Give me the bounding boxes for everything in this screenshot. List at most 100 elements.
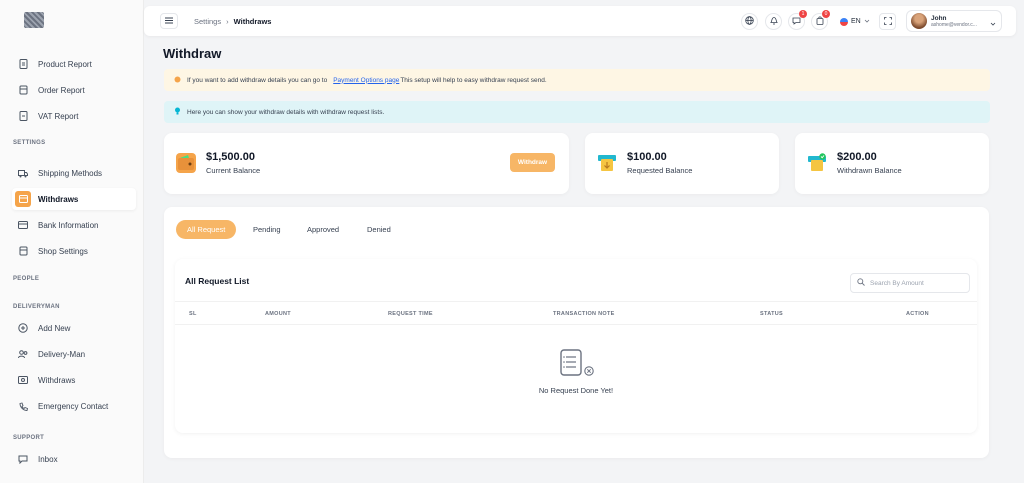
column-header-action: ACTION [906,311,929,317]
withdraw-button[interactable]: Withdraw [510,153,555,172]
sidebar-item-label: Inbox [38,454,58,464]
requested-balance-label: Requested Balance [627,166,693,175]
sidebar-item-label: Product Report [38,59,92,69]
section-support-heading: SUPPORT [13,435,45,441]
alert-text-after: This setup will help to easy withdraw re… [400,76,547,84]
table-header: SL AMOUNT REQUEST TIME TRANSACTION NOTE … [175,301,977,325]
current-balance-card: $1,500.00 Current Balance Withdraw [164,133,569,194]
box-icon [18,85,28,95]
website-button[interactable] [741,13,758,30]
sidebar-item-label: Delivery-Man [38,349,86,359]
sidebar-item-withdraws[interactable]: Withdraws [12,188,136,210]
column-header-request-time: REQUEST TIME [388,311,433,317]
sidebar-item-label: Order Report [38,85,85,95]
breadcrumb-current: Withdraws [233,17,272,26]
sidebar-item-inbox[interactable]: Inbox [12,448,136,470]
current-balance-amount: $1,500.00 [206,151,255,163]
tab-approved[interactable]: Approved [296,220,350,239]
money-icon [18,375,28,385]
sidebar-item-shop-settings[interactable]: Shop Settings [12,240,136,262]
sidebar-item-shipping-methods[interactable]: Shipping Methods [12,162,136,184]
message-icon [792,17,801,27]
section-deliveryman-heading: DELIVERYMAN [13,304,60,310]
user-info: John ashome@vendor.c... [931,15,977,28]
current-balance-label: Current Balance [206,166,261,175]
doc-icon [18,59,28,69]
language-label: EN [851,18,861,25]
sidebar-item-label: Emergency Contact [38,401,109,411]
language-selector[interactable]: EN [834,13,876,30]
flag-icon [840,17,848,26]
chevron-down-icon [990,19,996,28]
avatar [911,13,927,29]
empty-list-message: No Request Done Yet! [538,386,614,395]
wallet-icon [15,191,31,207]
sidebar-item-label: Withdraws [38,375,76,385]
search-input[interactable]: Search By Amount [870,280,924,287]
sidebar-item-label: Add New [38,323,71,333]
sidebar: Product Report Order Report VAT Report S… [0,0,144,483]
search-icon [857,278,865,288]
column-header-amount: AMOUNT [265,311,291,317]
column-header-transaction-note: TRANSACTION NOTE [553,311,615,317]
request-list-card: All Request List Search By Amount SL AMO… [175,259,977,433]
withdraw-requests-panel: All Request Pending Approved Denied All … [164,207,989,458]
column-header-sl: SL [189,311,197,317]
requested-balance-amount: $100.00 [627,151,667,163]
tab-all-request[interactable]: All Request [176,220,237,239]
withdrawn-balance-amount: $200.00 [837,151,877,163]
sidebar-item-label: VAT Report [38,111,79,121]
withdrawn-balance-card: $200.00 Withdrawn Balance [795,133,989,194]
chat-icon [18,454,28,464]
menu-toggle-button[interactable] [160,13,178,29]
column-header-status: STATUS [760,311,783,317]
sidebar-item-order-report[interactable]: Order Report [12,79,136,101]
sidebar-item-label: Shipping Methods [38,168,103,178]
bag-icon [816,16,824,27]
hamburger-icon [165,17,173,26]
user-name: John [931,14,947,22]
payment-options-link[interactable]: Payment Options page [333,77,399,84]
section-people-heading: PEOPLE [13,276,40,282]
fullscreen-button[interactable] [879,13,896,30]
user-menu[interactable]: John ashome@vendor.c... [906,10,1002,32]
sidebar-item-delivery-man[interactable]: Delivery-Man [12,343,136,365]
warning-icon [174,76,181,85]
top-header: Settings › Withdraws 1 0 EN John ashome@… [144,6,1016,36]
logo[interactable] [24,12,44,28]
empty-list-icon [560,349,596,381]
messages-badge: 1 [799,10,807,18]
shop-icon [18,246,28,256]
search-box[interactable]: Search By Amount [850,273,970,293]
sidebar-item-label: Withdraws [38,194,79,204]
sidebar-item-label: Shop Settings [38,246,88,256]
cart-button[interactable]: 0 [811,10,830,30]
plus-circle-icon [18,323,28,333]
truck-icon [18,168,28,178]
doc-icon [18,111,28,121]
chevron-down-icon [864,18,870,25]
request-list-title: All Request List [185,276,250,286]
user-email: ashome@vendor.c... [931,21,977,28]
notifications-button[interactable] [765,13,782,30]
card-icon [18,220,28,230]
sidebar-item-delivery-withdraws[interactable]: Withdraws [12,369,136,391]
alert-text-before: If you want to add withdraw details you … [187,76,328,84]
sidebar-item-vat-report[interactable]: VAT Report [12,105,136,127]
tab-pending[interactable]: Pending [242,220,292,239]
breadcrumb-parent[interactable]: Settings [194,17,221,26]
sidebar-item-bank-information[interactable]: Bank Information [12,214,136,236]
requested-balance-card: $100.00 Requested Balance [585,133,779,194]
cart-badge: 0 [822,10,830,18]
page-title: Withdraw [163,46,222,61]
messages-button[interactable]: 1 [788,10,807,30]
bell-icon [769,16,778,27]
globe-icon [745,16,754,27]
tab-denied[interactable]: Denied [356,220,402,239]
sidebar-item-product-report[interactable]: Product Report [12,53,136,75]
breadcrumb: Settings › Withdraws [194,17,271,26]
sidebar-item-emergency-contact[interactable]: Emergency Contact [12,395,136,417]
wallet-icon [176,153,196,173]
expand-icon [883,16,892,27]
sidebar-item-add-new[interactable]: Add New [12,317,136,339]
